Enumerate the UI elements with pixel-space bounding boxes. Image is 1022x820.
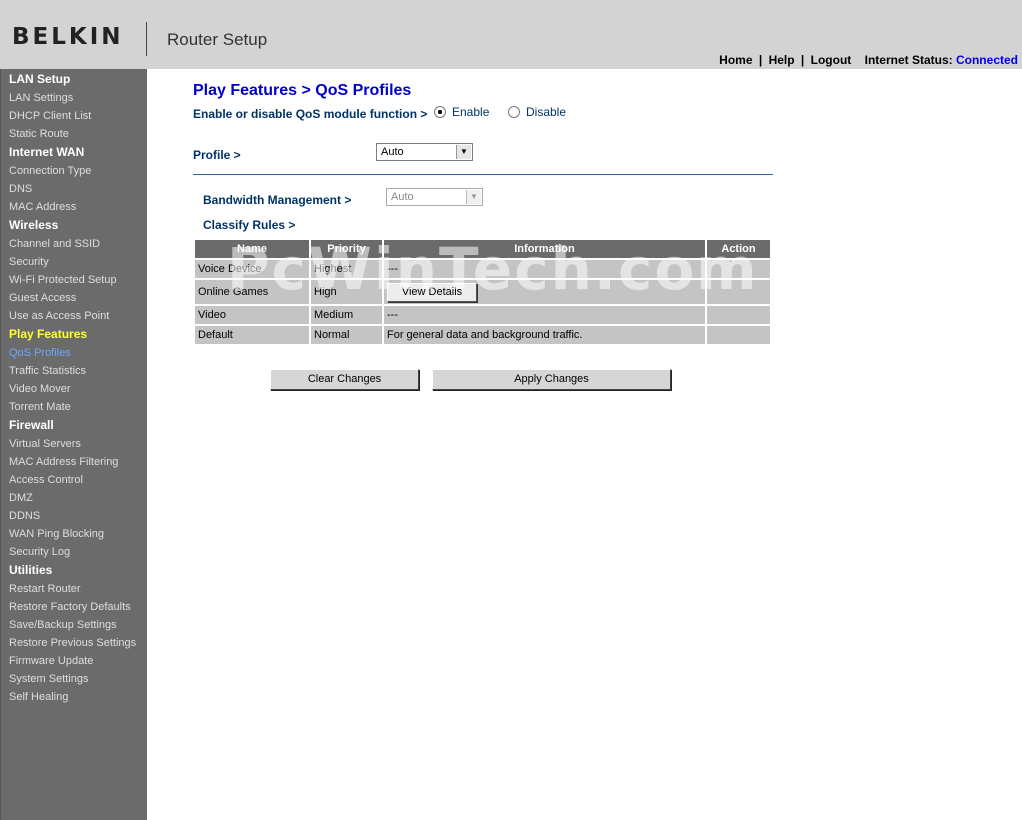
qos-toggle-label: Enable or disable QoS module function > — [193, 107, 428, 121]
sidebar-item-firmware-update[interactable]: Firmware Update — [1, 652, 147, 670]
sidebar-item-lan-settings[interactable]: LAN Settings — [1, 89, 147, 107]
profile-label: Profile > — [193, 148, 241, 162]
main-content: Play Features > QoS Profiles Enable or d… — [193, 0, 993, 820]
profile-select-value: Auto — [381, 146, 404, 158]
page-title: Play Features > QoS Profiles — [193, 82, 412, 99]
cell-action — [707, 280, 770, 304]
sidebar-section-wireless[interactable]: Wireless — [1, 216, 147, 235]
sidebar-section-firewall[interactable]: Firewall — [1, 416, 147, 435]
cell-information: For general data and background traffic. — [384, 326, 705, 344]
column-header-information: Information — [384, 240, 705, 258]
sidebar: LAN Setup LAN Settings DHCP Client List … — [0, 69, 147, 820]
sidebar-item-ddns[interactable]: DDNS — [1, 507, 147, 525]
chevron-down-icon[interactable]: ▼ — [456, 145, 471, 159]
column-header-priority: Priority — [311, 240, 382, 258]
sidebar-item-video-mover[interactable]: Video Mover — [1, 380, 147, 398]
section-divider — [193, 174, 773, 175]
sidebar-item-mac-address[interactable]: MAC Address — [1, 198, 147, 216]
cell-name: Video — [195, 306, 309, 324]
logo-divider — [146, 22, 147, 56]
cell-action — [707, 306, 770, 324]
cell-information: --- — [384, 306, 705, 324]
enable-radio[interactable] — [434, 106, 446, 118]
sidebar-item-mac-filtering[interactable]: MAC Address Filtering — [1, 453, 147, 471]
sidebar-item-access-point[interactable]: Use as Access Point — [1, 307, 147, 325]
sidebar-item-guest-access[interactable]: Guest Access — [1, 289, 147, 307]
column-header-action: Action — [707, 240, 770, 258]
sidebar-item-wps[interactable]: Wi-Fi Protected Setup — [1, 271, 147, 289]
sidebar-section-lan-setup[interactable]: LAN Setup — [1, 70, 147, 89]
cell-information: --- — [384, 260, 705, 278]
enable-radio-label: Enable — [452, 105, 490, 119]
cell-priority: Normal — [311, 326, 382, 344]
classify-rules-table: Name Priority Information Action Voice D… — [193, 238, 772, 346]
sidebar-item-qos-profiles[interactable]: QoS Profiles — [1, 344, 147, 362]
cell-action — [707, 326, 770, 344]
cell-name: Voice Device — [195, 260, 309, 278]
sidebar-section-play-features[interactable]: Play Features — [1, 325, 147, 344]
sidebar-item-traffic-statistics[interactable]: Traffic Statistics — [1, 362, 147, 380]
profile-select[interactable]: Auto ▼ — [376, 143, 473, 161]
sidebar-item-dhcp-client-list[interactable]: DHCP Client List — [1, 107, 147, 125]
sidebar-item-restore-factory-defaults[interactable]: Restore Factory Defaults — [1, 598, 147, 616]
belkin-logo: BELKIN — [12, 24, 124, 50]
table-row: Voice Device Highest --- — [195, 260, 770, 278]
table-header-row: Name Priority Information Action — [195, 240, 770, 258]
bandwidth-management-label: Bandwidth Management > — [203, 193, 352, 207]
cell-name: Online Games — [195, 280, 309, 304]
sidebar-item-self-healing[interactable]: Self Healing — [1, 688, 147, 706]
chevron-down-icon: ▼ — [466, 190, 481, 204]
sidebar-item-virtual-servers[interactable]: Virtual Servers — [1, 435, 147, 453]
disable-radio-option[interactable]: Disable — [508, 105, 566, 119]
sidebar-item-access-control[interactable]: Access Control — [1, 471, 147, 489]
sidebar-item-torrent-mate[interactable]: Torrent Mate — [1, 398, 147, 416]
column-header-name: Name — [195, 240, 309, 258]
sidebar-item-restart-router[interactable]: Restart Router — [1, 580, 147, 598]
cell-name: Default — [195, 326, 309, 344]
bandwidth-select: Auto ▼ — [386, 188, 483, 206]
cell-action — [707, 260, 770, 278]
disable-radio-label: Disable — [526, 105, 567, 119]
cell-priority: Medium — [311, 306, 382, 324]
sidebar-item-dmz[interactable]: DMZ — [1, 489, 147, 507]
sidebar-item-system-settings[interactable]: System Settings — [1, 670, 147, 688]
sidebar-item-security[interactable]: Security — [1, 253, 147, 271]
enable-radio-option[interactable]: Enable — [434, 105, 489, 119]
table-row: Online Games High View Details — [195, 280, 770, 304]
cell-priority: High — [311, 280, 382, 304]
disable-radio[interactable] — [508, 106, 520, 118]
sidebar-item-channel-ssid[interactable]: Channel and SSID — [1, 235, 147, 253]
cell-priority: Highest — [311, 260, 382, 278]
table-row: Video Medium --- — [195, 306, 770, 324]
sidebar-item-dns[interactable]: DNS — [1, 180, 147, 198]
sidebar-item-restore-previous-settings[interactable]: Restore Previous Settings — [1, 634, 147, 652]
view-details-button[interactable]: View Details — [387, 282, 477, 302]
sidebar-item-wan-ping-blocking[interactable]: WAN Ping Blocking — [1, 525, 147, 543]
sidebar-item-save-backup-settings[interactable]: Save/Backup Settings — [1, 616, 147, 634]
sidebar-section-utilities[interactable]: Utilities — [1, 561, 147, 580]
sidebar-item-security-log[interactable]: Security Log — [1, 543, 147, 561]
sidebar-item-connection-type[interactable]: Connection Type — [1, 162, 147, 180]
cell-information: View Details — [384, 280, 705, 304]
table-row: Default Normal For general data and back… — [195, 326, 770, 344]
bandwidth-select-value: Auto — [391, 191, 414, 203]
apply-changes-button[interactable]: Apply Changes — [432, 369, 671, 390]
sidebar-section-internet-wan[interactable]: Internet WAN — [1, 143, 147, 162]
classify-rules-label: Classify Rules > — [203, 218, 296, 232]
sidebar-item-static-route[interactable]: Static Route — [1, 125, 147, 143]
clear-changes-button[interactable]: Clear Changes — [270, 369, 419, 390]
